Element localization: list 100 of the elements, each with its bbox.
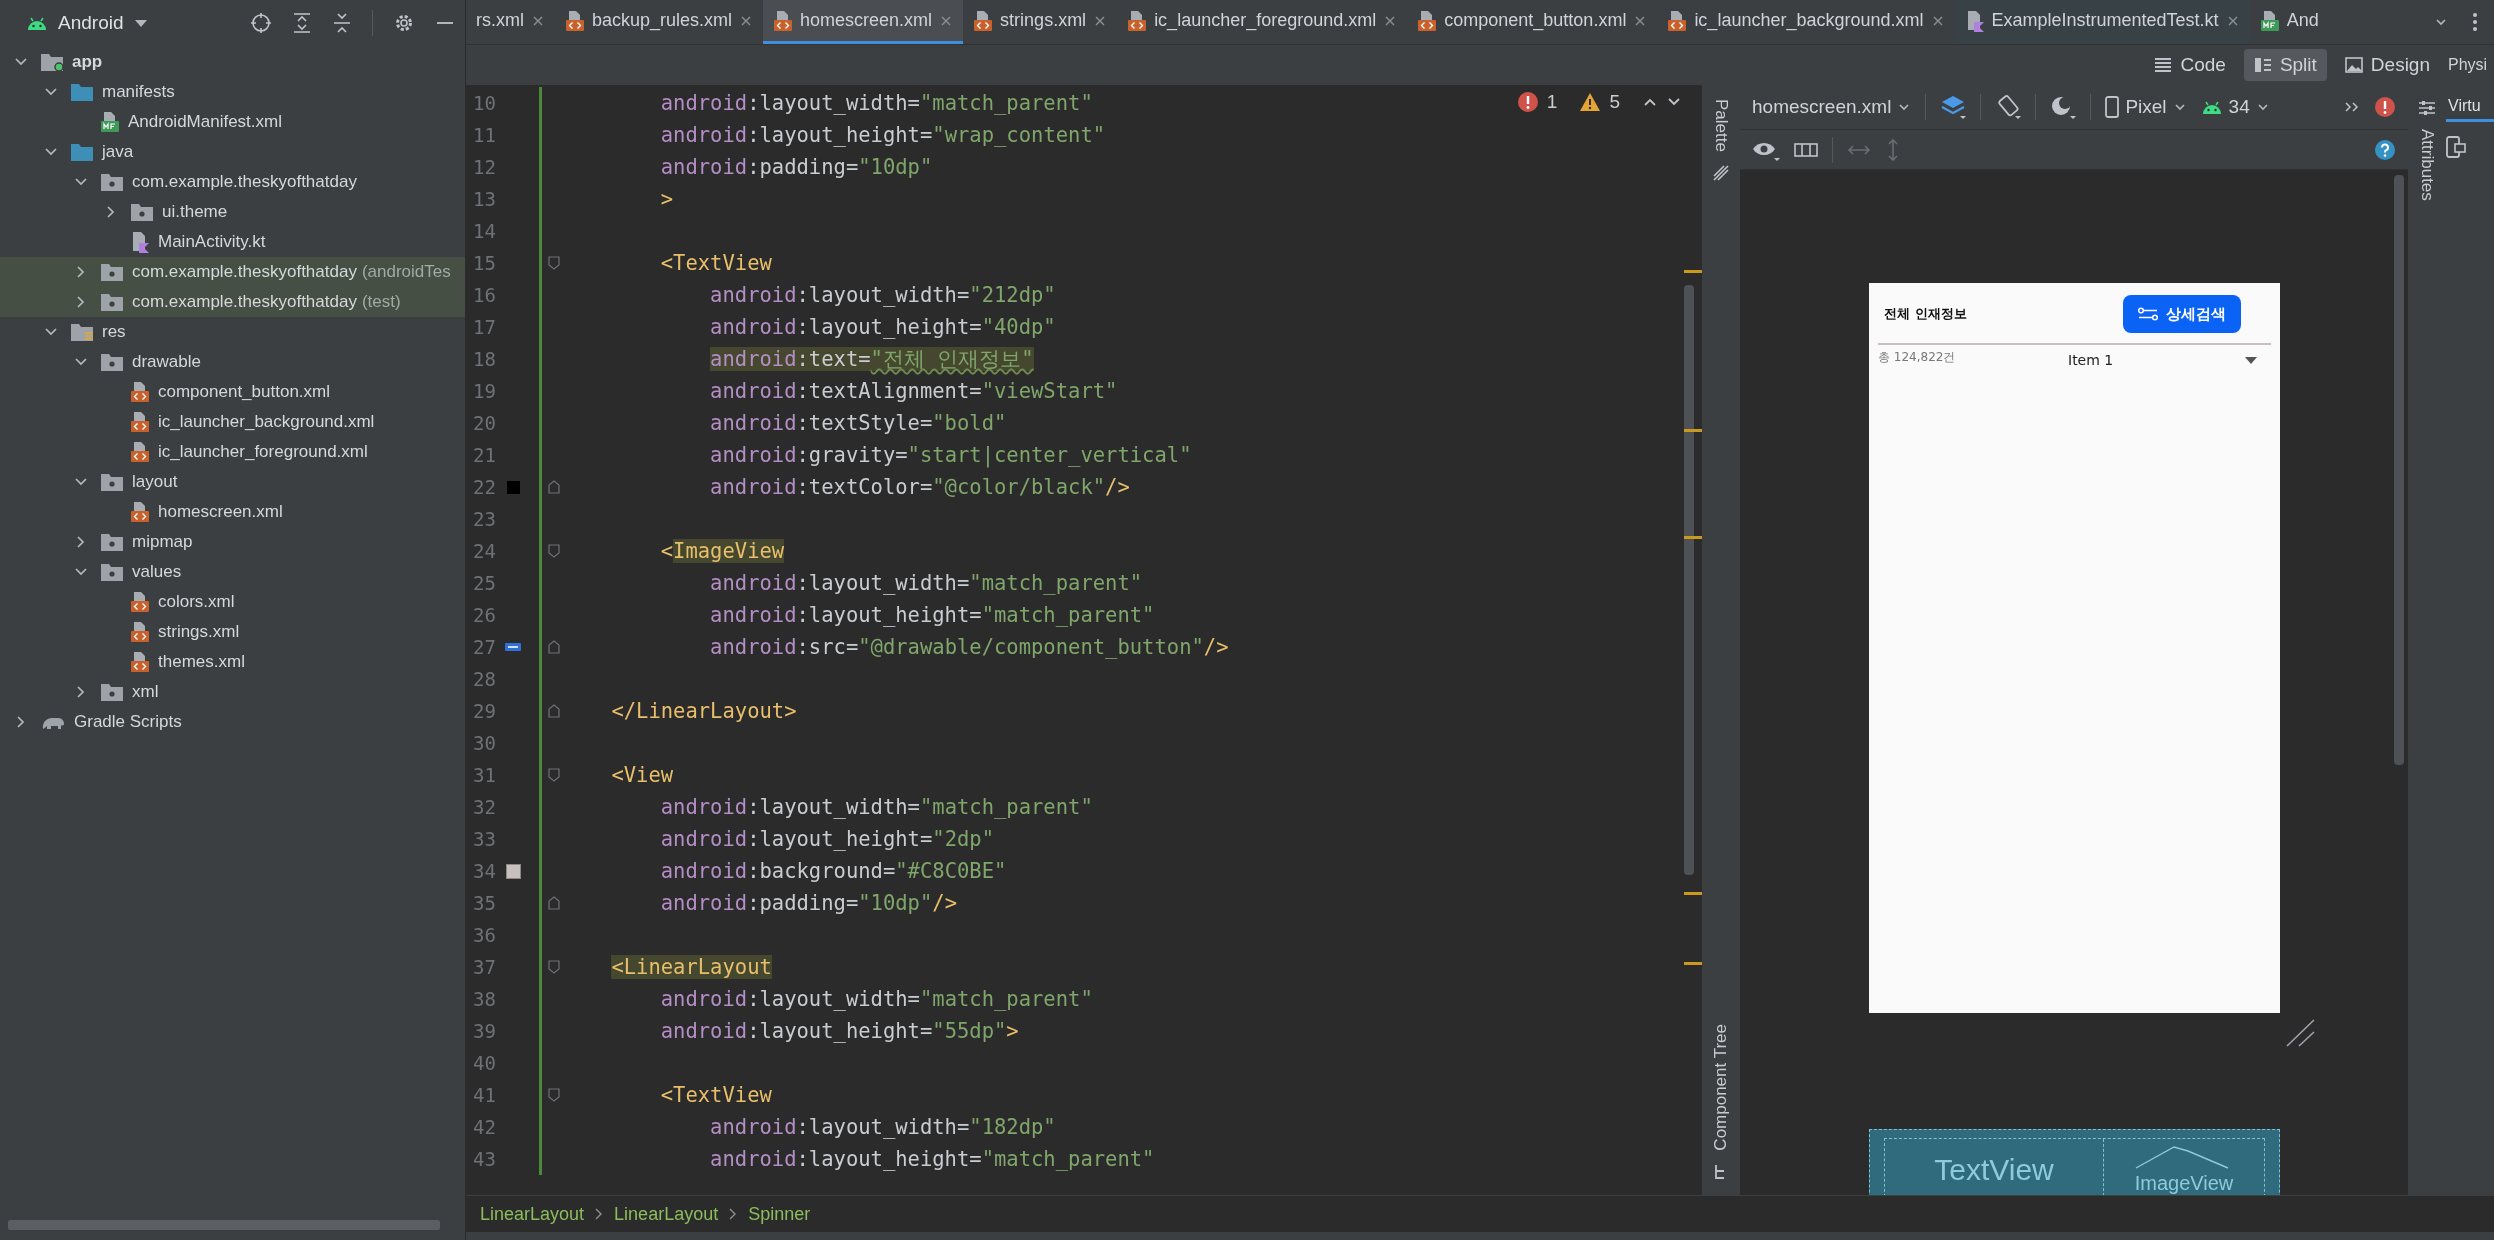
breadcrumb[interactable]: LinearLayout (614, 1203, 719, 1225)
tree-item[interactable]: values (132, 562, 182, 582)
source-set-label: (test) (361, 292, 401, 312)
tree-item[interactable]: themes.xml (158, 652, 245, 672)
tree-item[interactable]: com.example.theskyofthatday (132, 292, 357, 312)
editor-tab[interactable]: component_button.xml (1407, 0, 1658, 44)
tree-item[interactable]: ic_launcher_background.xml (158, 412, 375, 432)
line-number: 13 (472, 188, 496, 210)
more-icon[interactable] (2472, 11, 2478, 33)
view-mode-button[interactable]: Split (2243, 49, 2327, 81)
editor-tab[interactable]: strings.xml (963, 0, 1118, 44)
editor-tab[interactable]: And (2249, 0, 2329, 44)
vertical-scrollbar[interactable] (2394, 175, 2404, 765)
code-line: android:src="@drawable/component_button"/> (709, 635, 1229, 659)
tree-item[interactable]: manifests (102, 82, 175, 102)
line-number: 25 (472, 572, 496, 594)
line-number: 19 (472, 380, 496, 402)
more-chevron-icon[interactable] (2344, 100, 2360, 114)
line-number: 23 (472, 508, 496, 530)
editor-tab[interactable]: homescreen.xml (763, 0, 964, 44)
expand-all-icon[interactable] (292, 11, 312, 34)
xml-file-icon (565, 9, 585, 32)
package-folder-icon (100, 292, 124, 312)
xml-file-icon (773, 9, 794, 32)
tree-item[interactable]: strings.xml (158, 622, 240, 642)
horizontal-scrollbar[interactable] (8, 1220, 440, 1230)
project-view-dropdown[interactable]: Android (58, 11, 148, 34)
locate-icon[interactable] (250, 11, 272, 34)
tree-item[interactable]: com.example.theskyofthatday (132, 262, 357, 282)
fold-icon (548, 544, 560, 558)
detail-search-button[interactable]: 상세검색 (2123, 295, 2241, 333)
code-line: android:layout_height="match_parent" (709, 603, 1155, 627)
color-swatch-icon[interactable] (505, 863, 521, 879)
tree-item[interactable]: AndroidManifest.xml (128, 112, 282, 132)
attributes-tab[interactable]: Attributes (2417, 129, 2437, 201)
tree-item[interactable]: res (102, 322, 126, 342)
xml-file-icon (130, 411, 150, 433)
tree-item[interactable]: xml (132, 682, 159, 702)
breadcrumb[interactable]: LinearLayout (480, 1203, 585, 1225)
line-number: 38 (472, 988, 496, 1010)
side-panel-tab[interactable]: Physi (2448, 56, 2494, 74)
palette-tab[interactable]: Palette (1711, 99, 1731, 152)
breadcrumb[interactable]: Spinner (748, 1203, 811, 1225)
line-number: 42 (472, 1116, 496, 1138)
view-mode-button[interactable]: Design (2334, 49, 2440, 81)
resize-handle-icon[interactable] (2285, 1019, 2315, 1047)
rotate-icon[interactable] (1995, 94, 2022, 120)
tree-item[interactable]: colors.xml (158, 592, 235, 612)
tree-item[interactable]: component_button.xml (158, 382, 330, 402)
api-level-dropdown[interactable]: 34 (2200, 96, 2270, 118)
tree-item[interactable]: ic_launcher_foreground.xml (158, 442, 368, 462)
color-swatch-icon[interactable] (506, 480, 520, 494)
xml-file-icon (130, 621, 150, 643)
tree-item[interactable]: java (102, 142, 134, 162)
help-icon[interactable] (2374, 138, 2396, 161)
editor-tab[interactable]: rs.xml (466, 0, 555, 44)
screen-title: 전체 인재정보 (1883, 305, 1968, 323)
tree-item[interactable]: com.example.theskyofthatday (132, 172, 357, 192)
attributes-icon[interactable] (2418, 99, 2436, 117)
collapse-all-icon[interactable] (332, 11, 352, 34)
warning-icon[interactable] (1579, 92, 1602, 112)
tree-item[interactable]: app (72, 52, 103, 72)
line-number: 40 (472, 1052, 496, 1074)
line-number: 22 (472, 476, 496, 498)
device-tab[interactable]: Virtu (2446, 93, 2494, 122)
error-icon[interactable] (1516, 91, 1539, 113)
tree-item[interactable]: drawable (132, 352, 201, 372)
vertical-scrollbar[interactable] (1684, 285, 1694, 875)
package-folder-icon (100, 262, 124, 282)
warning-count[interactable]: 5 (1609, 91, 1620, 113)
view-mode-button[interactable]: Code (2144, 49, 2236, 81)
code-line: android:textStyle="bold" (709, 411, 1007, 435)
tree-item[interactable]: homescreen.xml (158, 502, 283, 522)
palette-icon[interactable] (1712, 163, 1730, 182)
line-number: 32 (472, 796, 496, 818)
tree-item[interactable]: ui.theme (162, 202, 228, 222)
code-line: android:layout_height="40dp" (709, 315, 1056, 339)
night-mode-icon[interactable] (2050, 94, 2077, 120)
package-folder-icon (130, 202, 154, 222)
layout-file-dropdown[interactable]: homescreen.xml (1752, 96, 1912, 118)
tree-item[interactable]: mipmap (132, 532, 193, 552)
manifest-file-icon (100, 111, 120, 133)
editor-tab[interactable]: backup_rules.xml (555, 0, 764, 44)
tree-item[interactable]: layout (132, 472, 178, 492)
error-count[interactable]: 1 (1546, 91, 1558, 113)
tree-item[interactable]: Gradle Scripts (74, 712, 182, 732)
sort-spinner[interactable]: Item 1 (2060, 345, 2271, 375)
editor-tab[interactable]: ic_launcher_background.xml (1657, 0, 1955, 44)
module-folder-icon (40, 52, 64, 72)
split-view-icon (2253, 57, 2272, 73)
sliders-icon (2138, 307, 2158, 321)
tree-item[interactable]: MainActivity.kt (158, 232, 266, 252)
device-dropdown[interactable]: Pixel (2105, 96, 2187, 118)
editor-tab[interactable]: ic_launcher_foreground.xml (1117, 0, 1408, 44)
error-icon[interactable] (2374, 96, 2396, 118)
blueprint-icon[interactable] (1794, 141, 1818, 158)
editor-tab[interactable]: ExampleInstrumentedTest.kt (1954, 0, 2250, 44)
device-icon[interactable] (2446, 136, 2466, 158)
component-tree-tab[interactable]: Component Tree (1711, 1024, 1731, 1151)
layers-icon[interactable] (1940, 94, 1967, 120)
